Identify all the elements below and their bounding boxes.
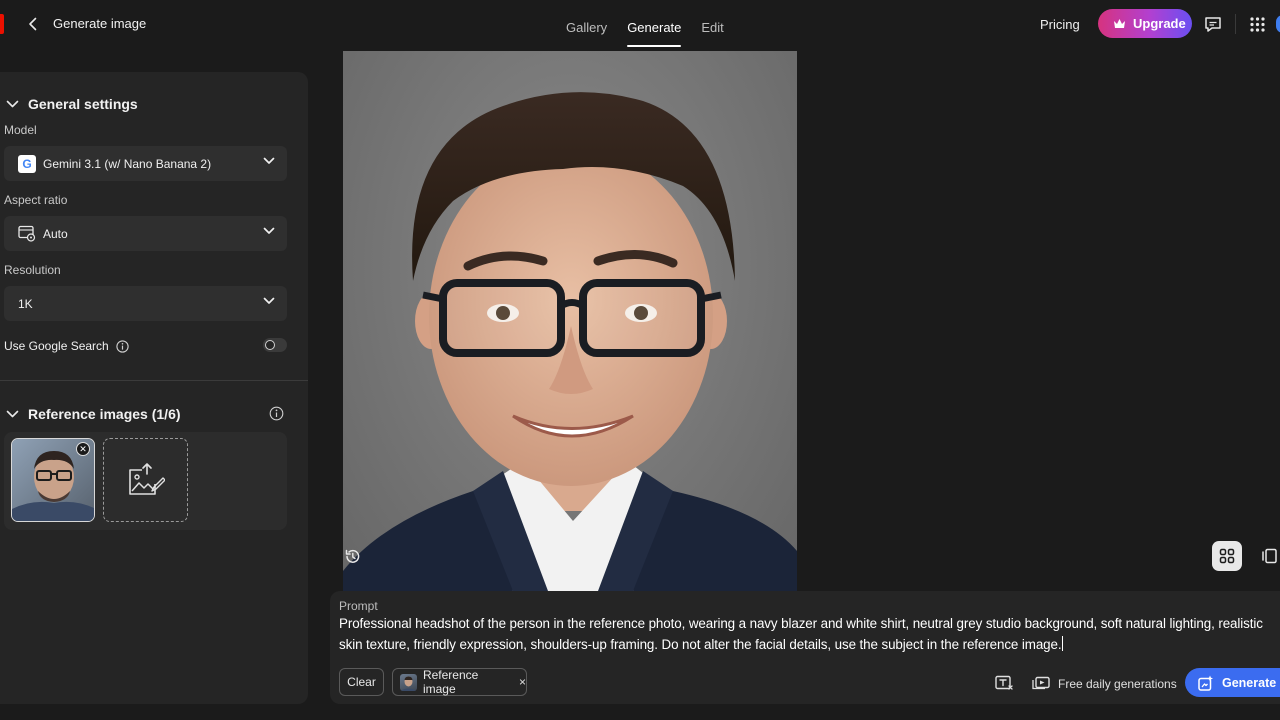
user-avatar[interactable]: [1276, 15, 1280, 33]
single-view-button[interactable]: [1260, 544, 1280, 568]
aspect-ratio-label: Aspect ratio: [4, 193, 68, 207]
text-caret: [1062, 636, 1064, 651]
info-icon[interactable]: [116, 339, 129, 353]
chevron-left-icon: [29, 17, 37, 31]
prompt-tools-button[interactable]: [994, 674, 1016, 692]
crown-icon: [1114, 19, 1125, 28]
feedback-button[interactable]: [1201, 12, 1225, 36]
apps-button[interactable]: [1245, 12, 1269, 36]
prompt-text: Professional headshot of the person in t…: [339, 616, 1263, 652]
clear-button[interactable]: Clear: [339, 668, 384, 696]
text-to-image-icon: [995, 675, 1013, 690]
upgrade-button[interactable]: Upgrade: [1098, 9, 1192, 38]
resolution-value: 1K: [18, 296, 33, 311]
main-nav: Gallery Generate Edit: [566, 0, 744, 48]
add-reference-image-button[interactable]: [103, 438, 188, 522]
free-generations-label: Free daily generations: [1058, 677, 1177, 691]
generate-button[interactable]: Generate: [1185, 668, 1280, 697]
headshot-image: [343, 92, 797, 591]
page-title: Generate image: [53, 16, 147, 31]
google-logo-icon: G: [18, 154, 36, 173]
grid-view-button[interactable]: [1212, 541, 1242, 571]
reference-images-header[interactable]: Reference images (1/6): [6, 406, 181, 422]
settings-sidebar: General settings Model G Gemini 3.1 (w/ …: [0, 72, 308, 704]
reference-images-title: Reference images (1/6): [28, 406, 181, 422]
reference-image-chip[interactable]: Reference image ×: [392, 668, 527, 696]
upgrade-label: Upgrade: [1133, 16, 1186, 31]
history-icon: [345, 549, 359, 563]
back-button[interactable]: [22, 12, 44, 36]
generate-sparkle-icon: [1198, 675, 1213, 691]
header-separator: [1235, 14, 1236, 34]
credits-button[interactable]: [1030, 674, 1052, 692]
chevron-down-icon: [263, 157, 275, 164]
credits-icon: [1032, 676, 1050, 690]
reference-chip-thumbnail: [400, 673, 417, 691]
model-select[interactable]: G Gemini 3.1 (w/ Nano Banana 2): [4, 146, 287, 181]
remove-reference-button[interactable]: ✕: [76, 442, 90, 456]
single-view-icon: [1262, 548, 1277, 564]
reference-images-panel: ✕: [4, 432, 287, 530]
resolution-select[interactable]: 1K: [4, 286, 287, 321]
reference-chip-label: Reference image: [422, 668, 479, 696]
general-settings-title: General settings: [28, 96, 138, 112]
chevron-down-icon: [263, 227, 275, 234]
top-bar: Generate image Gallery Generate Edit Pri…: [0, 0, 1280, 48]
model-value: Gemini 3.1 (w/ Nano Banana 2): [43, 156, 212, 171]
chevron-down-icon: [6, 100, 19, 108]
aspect-ratio-select[interactable]: Auto: [4, 216, 287, 251]
chevron-down-icon: [263, 297, 275, 304]
reference-chip-remove[interactable]: ×: [519, 675, 526, 689]
google-search-row: Use Google Search: [4, 337, 287, 355]
prompt-label: Prompt: [339, 599, 378, 613]
aspect-ratio-value: Auto: [43, 226, 68, 241]
aspect-ratio-icon: [18, 225, 36, 243]
grid-view-icon: [1219, 548, 1235, 564]
tab-gallery[interactable]: Gallery: [566, 0, 607, 48]
tab-generate[interactable]: Generate: [627, 0, 682, 48]
app-grid-icon: [1249, 16, 1265, 32]
history-button[interactable]: [338, 542, 366, 570]
chat-bubble-icon: [1205, 16, 1221, 32]
prompt-input[interactable]: Professional headshot of the person in t…: [339, 613, 1274, 655]
pricing-link[interactable]: Pricing: [1040, 17, 1080, 32]
adobe-logo-icon[interactable]: [0, 14, 4, 34]
resolution-label: Resolution: [4, 263, 61, 277]
generate-label: Generate: [1222, 675, 1277, 690]
chevron-down-icon: [6, 410, 19, 418]
info-icon[interactable]: [269, 406, 284, 421]
prompt-panel: Prompt Professional headshot of the pers…: [330, 591, 1280, 704]
upload-image-icon: [128, 463, 165, 495]
section-divider: [0, 380, 308, 381]
general-settings-header[interactable]: General settings: [6, 96, 138, 112]
model-label: Model: [4, 123, 37, 137]
generated-image[interactable]: [343, 51, 797, 591]
google-search-toggle[interactable]: [263, 338, 287, 352]
tab-edit[interactable]: Edit: [701, 0, 723, 48]
google-search-label: Use Google Search: [4, 339, 109, 353]
